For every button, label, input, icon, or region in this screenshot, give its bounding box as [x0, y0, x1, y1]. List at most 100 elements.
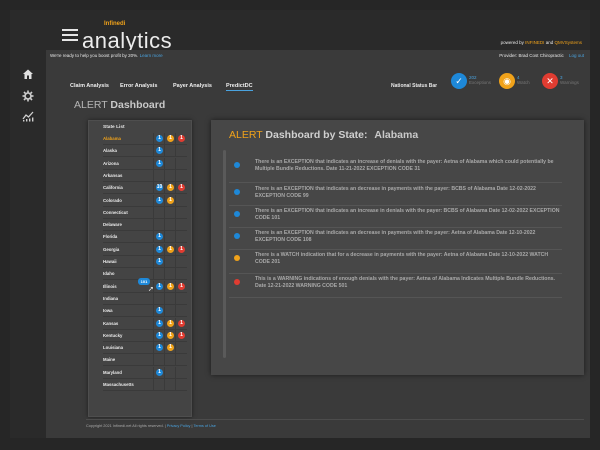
promo-banner: We're ready to help you boost profit by … — [50, 53, 163, 58]
watch-count-badge[interactable]: 1 — [167, 331, 174, 339]
state-row[interactable]: Alaska 1 — [103, 145, 187, 158]
tab-error-analysis[interactable]: Error Analysis — [120, 83, 157, 89]
watch-count-badge[interactable]: 1 — [167, 245, 174, 253]
exception-count-badge[interactable]: 1 — [156, 331, 163, 339]
detail-title-state: Alabama — [374, 129, 419, 141]
warning-count-badge[interactable]: 1 — [178, 319, 185, 327]
state-row[interactable]: Georgia 1 1 1 — [103, 243, 187, 256]
warning-count-badge[interactable]: 1 — [178, 331, 185, 339]
state-list-heading: State List — [103, 125, 125, 130]
exception-count-badge[interactable]: 1 — [156, 245, 163, 253]
state-row[interactable]: California 10 1 1 — [103, 182, 187, 195]
watch-count-badge[interactable]: 1 — [167, 344, 174, 352]
exception-count-badge[interactable]: 1 — [156, 196, 163, 204]
state-name: Louisiana — [103, 345, 124, 351]
state-row[interactable]: Arkansas — [103, 169, 187, 182]
watch-count-badge[interactable]: 1 — [167, 135, 174, 142]
state-name: Kentucky — [103, 332, 123, 338]
state-cell — [175, 219, 187, 231]
state-cell: 1 — [175, 317, 187, 329]
state-row[interactable]: Massachusetts — [103, 379, 187, 391]
state-name: Alabama — [103, 136, 121, 141]
state-name: Kansas — [103, 320, 119, 326]
page-title: ALERT Dashboard — [74, 99, 165, 111]
top-bar: Infinedi analytics powered by INFINEDI a… — [10, 10, 590, 53]
warning-count-badge[interactable]: 1 — [178, 245, 185, 253]
tab-predictdc[interactable]: PredictDC — [226, 83, 253, 91]
state-row[interactable]: Iowa 1 — [103, 305, 187, 318]
alert-level-dot-icon — [234, 233, 240, 239]
tab-payer-analysis[interactable]: Payer Analysis — [173, 83, 212, 89]
state-row[interactable]: Florida 1 — [103, 231, 187, 244]
exception-count-badge[interactable]: 1 — [156, 258, 163, 265]
home-icon[interactable] — [22, 68, 34, 80]
warning-count-badge[interactable]: 1 — [178, 135, 185, 142]
hamburger-menu-icon[interactable] — [62, 29, 78, 41]
state-row[interactable]: Colorado 1 1 — [103, 194, 187, 207]
state-row[interactable]: Connecticut — [103, 206, 187, 219]
alert-detail-panel: ALERT Dashboard by State: Alabama There … — [211, 120, 584, 375]
alert-text: There is an EXCEPTION that indicates an … — [255, 230, 536, 243]
state-name: Florida — [103, 234, 118, 240]
state-row[interactable]: Indiana — [103, 292, 187, 305]
gear-icon[interactable] — [22, 90, 34, 102]
state-row[interactable]: Alabama 1 1 1 — [103, 133, 187, 145]
watch-count-badge[interactable]: 1 — [167, 184, 174, 192]
privacy-policy-link[interactable]: Privacy Policy — [167, 424, 191, 428]
state-name: Iowa — [103, 308, 113, 314]
watch-count-badge[interactable]: 1 — [167, 319, 174, 327]
state-name: Massachusetts — [103, 382, 134, 387]
exception-count-badge[interactable]: 1 — [156, 307, 163, 315]
state-row[interactable]: Maine — [103, 354, 187, 367]
state-row[interactable]: Kentucky 1 1 1 — [103, 329, 187, 342]
exception-count-badge[interactable]: 1 — [156, 147, 163, 155]
exception-count-badge[interactable]: 1 — [156, 135, 163, 142]
state-cell — [175, 354, 187, 366]
watch-count-badge[interactable]: 1 — [167, 282, 174, 290]
warning-count-badge[interactable]: 1 — [178, 184, 185, 192]
powered-by-qmv: QMVSystems — [554, 40, 582, 45]
state-name: Connecticut — [103, 209, 128, 215]
state-row[interactable]: Hawaii 1 — [103, 256, 187, 268]
watch-count-badge[interactable]: 1 — [167, 196, 174, 204]
state-row[interactable]: Kansas 1 1 1 — [103, 317, 187, 330]
state-row[interactable]: Delaware — [103, 219, 187, 232]
learn-more-link[interactable]: Learn more — [140, 53, 163, 58]
exception-count-badge[interactable]: 1 — [156, 233, 163, 241]
terms-of-use-link[interactable]: Terms of Use — [193, 424, 215, 428]
exception-count-badge[interactable]: 1 — [156, 319, 163, 327]
alert-item[interactable]: There is an EXCEPTION that indicates an … — [229, 229, 562, 250]
detail-title-alert: ALERT — [229, 129, 263, 141]
exception-count-badge[interactable]: 1 — [156, 159, 163, 167]
alert-text: There is an EXCEPTION that indicates an … — [255, 159, 554, 172]
alert-item[interactable]: There is a WATCH indication that for a d… — [229, 251, 562, 274]
exceptions-label: Exceptions — [469, 80, 492, 85]
alert-item[interactable]: There is an EXCEPTION that indicates an … — [229, 185, 562, 206]
state-list-panel: State List Alabama 1 1 1 Alaska 1 Arizona 1 Arka… — [88, 120, 192, 417]
exception-count-badge[interactable]: 10 — [156, 184, 163, 192]
state-cell: 1 — [175, 280, 187, 292]
tab-claim-analysis[interactable]: Claim Analysis — [70, 83, 109, 89]
alert-item[interactable]: This is a WARNING indications of enough … — [229, 275, 562, 298]
alert-item[interactable]: There is an EXCEPTION that indicates an … — [229, 207, 562, 228]
exception-count-badge[interactable]: 1 — [156, 344, 163, 352]
state-cell: 1 — [175, 329, 187, 341]
x-icon: ✕ — [542, 73, 558, 89]
alert-item[interactable]: There is an EXCEPTION that indicates an … — [229, 158, 562, 183]
exception-count-badge[interactable]: 1 — [156, 282, 163, 290]
exception-count-badge[interactable]: 1 — [156, 368, 163, 376]
state-cell: 1 — [175, 243, 187, 255]
alert-level-dot-icon — [234, 211, 240, 217]
state-name: Georgia — [103, 246, 120, 252]
analytics-chart-icon[interactable] — [22, 110, 34, 122]
warning-count-badge[interactable]: 1 — [178, 282, 185, 290]
scrollbar[interactable] — [223, 150, 226, 358]
logout-link[interactable]: Log out — [569, 53, 584, 58]
provider-label: Provider: Brad Cost Chiropractic — [499, 53, 564, 58]
state-row[interactable]: Maryland 1 — [103, 366, 187, 379]
state-name: Idaho — [103, 271, 115, 277]
state-cell: 1 — [175, 133, 187, 144]
sidebar — [10, 46, 46, 438]
state-row[interactable]: Arizona 1 — [103, 157, 187, 170]
state-row[interactable]: Louisiana 1 1 — [103, 342, 187, 355]
